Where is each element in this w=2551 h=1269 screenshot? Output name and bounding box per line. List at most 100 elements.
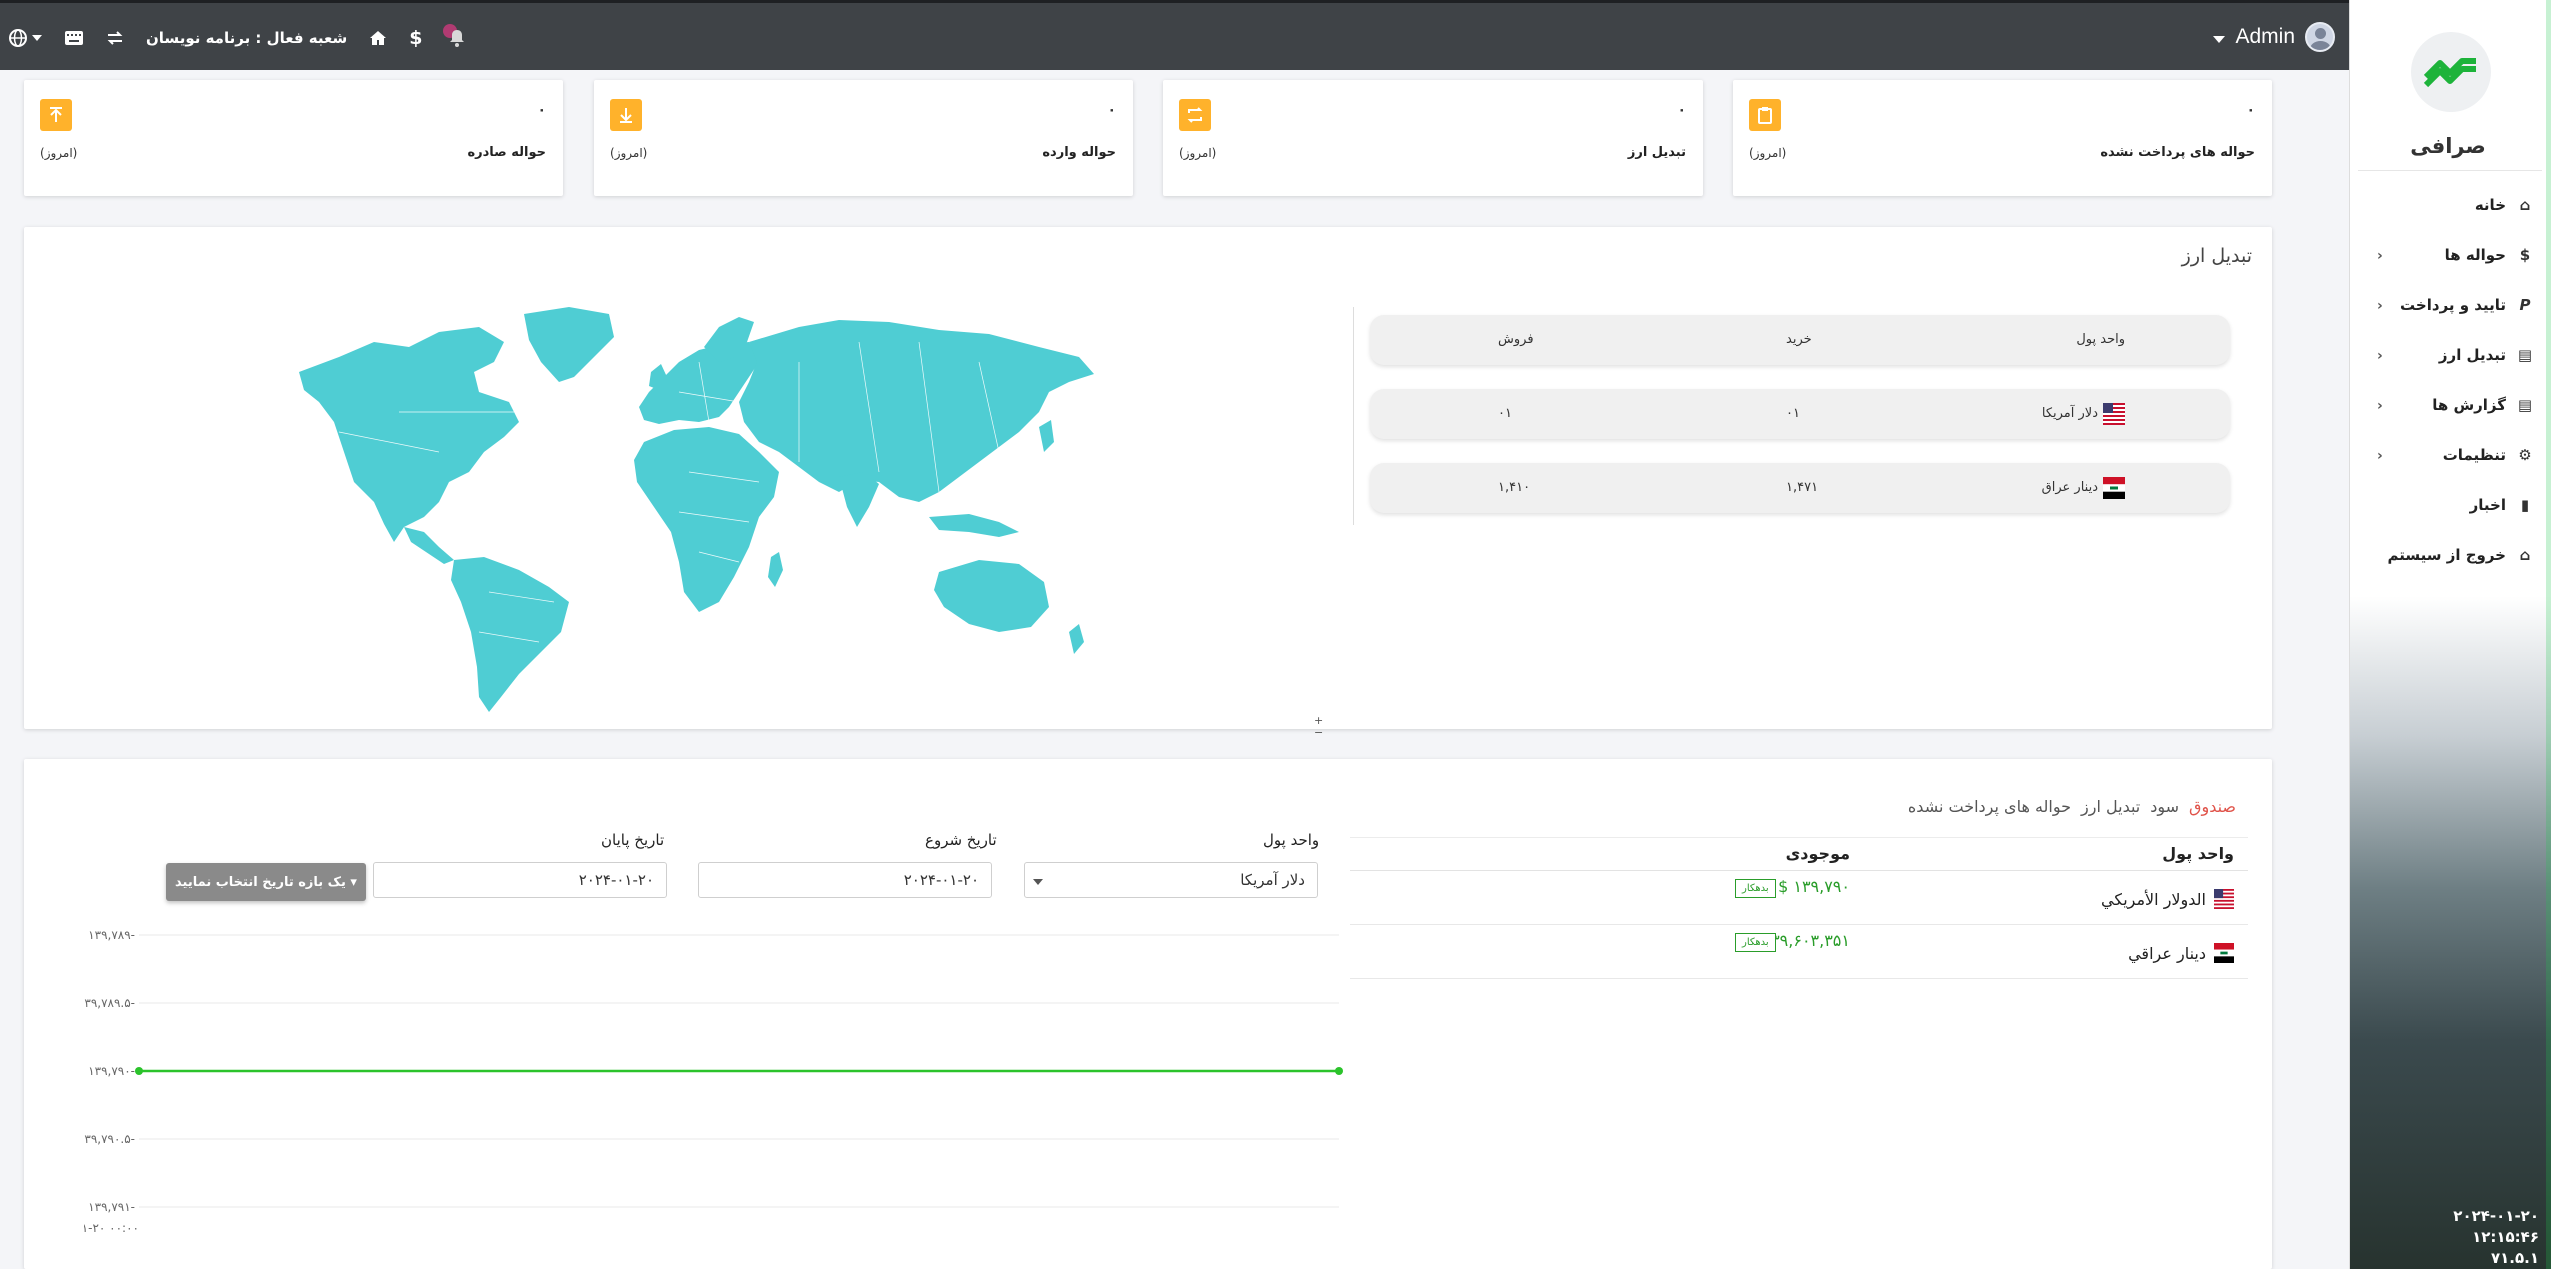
iq-flag-icon [2214, 943, 2234, 963]
user-menu[interactable]: Admin [2213, 19, 2335, 55]
language-menu[interactable] [8, 28, 42, 48]
tab-cash[interactable]: صندوق [2189, 797, 2236, 816]
stat-period: (امروز) [1749, 146, 1787, 160]
tab-exchange[interactable]: تبدیل ارز [2081, 797, 2140, 816]
toolbar: شعبه فعال : برنامه نویسان $ [8, 21, 468, 55]
sidebar-item-home[interactable]: خانه ⌂ [2350, 180, 2546, 230]
chevron-down-icon[interactable] [2213, 35, 2226, 43]
parking-icon: P [2519, 296, 2531, 314]
rate-buy: ۰۱ [1786, 406, 1800, 421]
dollar-icon[interactable]: $ [409, 27, 422, 49]
col-header-unit: واحد پول [2076, 332, 2125, 347]
footer-date: ۲۰۲۴-۰۱-۲۰ [2453, 1207, 2539, 1225]
status-badge: بدهکار [1735, 879, 1776, 898]
footer-version: ۷۱.۵.۱ [2490, 1249, 2539, 1267]
balance-table-header: واحد پول موجودی [1350, 837, 2248, 871]
sidebar-item-reports[interactable]: › گزارش ها ▤ [2350, 380, 2546, 430]
sidebar-item-label: تبدیل ارز [2438, 346, 2506, 364]
exchange-icon [1179, 99, 1211, 131]
stat-label: حواله وارده [1042, 145, 1116, 160]
panel-title: تبدیل ارز [2181, 245, 2252, 267]
map-countries[interactable] [299, 307, 1094, 712]
sidebar-item-exchange[interactable]: › تبدیل ارز ▤ [2350, 330, 2546, 380]
chevron-left-icon: › [2377, 248, 2383, 264]
sidebar-item-transfers[interactable]: › حواله ها $ [2350, 230, 2546, 280]
home-icon: ⌂ [2519, 196, 2531, 214]
chart-point[interactable] [1335, 1067, 1343, 1075]
sidebar-item-approve-pay[interactable]: › تایید و پرداخت P [2350, 280, 2546, 330]
sidebar-item-label: گزارش ها [2432, 396, 2506, 414]
chart-icon: ▤ [2517, 346, 2533, 364]
top-navbar: Admin شعبه فعال : برنامه نویسان $ [0, 0, 2349, 70]
brand-logo[interactable] [2411, 32, 2491, 112]
chart-y-tick-label: ۱۳۹,۷۸۹.۵- [84, 996, 135, 1010]
home-icon[interactable] [369, 30, 387, 46]
notifications[interactable] [443, 24, 468, 50]
clipboard-icon [1749, 99, 1781, 131]
zoom-out-button[interactable]: − [1314, 727, 1323, 739]
table-row: دلار آمریکا ۰۱ ۰۱ [1370, 389, 2230, 439]
chevron-down-icon [1033, 879, 1043, 885]
arrow-up-icon [40, 99, 72, 131]
sidebar: صرافی خانه ⌂ › حواله ها $ › تایید و پردا… [2349, 0, 2551, 1269]
stat-period: (امروز) [610, 146, 648, 160]
balance-unit-cell: دينار عراقي [2128, 943, 2234, 963]
exchange-rates-table: واحد پول خرید فروش دلار آمریکا ۰۱ ۰۱ دین… [1370, 315, 2230, 537]
divider [1353, 307, 1354, 525]
rate-sell: ۱,۴۱۰ [1498, 480, 1531, 495]
balance-unit: دينار عراقي [2128, 943, 2206, 963]
chart-point[interactable] [135, 1067, 143, 1075]
globe-icon[interactable] [8, 28, 28, 48]
chart-y-tick-label: ۱۳۹,۷۹۰.۵- [84, 1132, 135, 1146]
stat-label: حواله صادره [467, 145, 546, 160]
switch-branch-icon[interactable] [106, 31, 124, 45]
col-header-sell: فروش [1498, 332, 1534, 347]
status-badge: بدهکار [1735, 933, 1776, 952]
unit-filter-label: واحد پول [1263, 831, 1320, 849]
world-map[interactable] [279, 302, 1109, 712]
sidebar-item-settings[interactable]: › تنظیمات ⚙ [2350, 430, 2546, 480]
sidebar-item-logout[interactable]: خروج از سیستم ⌂ [2350, 530, 2546, 580]
stat-card-exchange[interactable]: ۰ تبدیل ارز (امروز) [1163, 80, 1703, 196]
chevron-down-icon[interactable] [32, 35, 42, 41]
stat-value: ۰ [1107, 102, 1116, 118]
news-icon: ▮ [2520, 496, 2530, 514]
iq-flag-icon [2103, 477, 2125, 499]
chart-icon: ▤ [2517, 396, 2533, 414]
stat-period: (امروز) [40, 146, 78, 160]
stat-card-unpaid-transfers[interactable]: ۰ حواله های پرداخت نشده (امروز) [1733, 80, 2272, 196]
active-branch-label: شعبه فعال : برنامه نویسان [146, 29, 348, 47]
map-zoom-controls: + − [1314, 715, 1323, 739]
table-row: دینار عراق ۱,۴۷۱ ۱,۴۱۰ [1370, 463, 2230, 513]
end-date-input[interactable]: ۲۰۲۴-۰۱-۲۰ [373, 862, 667, 898]
sidebar-item-label: خانه [2474, 196, 2506, 214]
rate-unit: دلار آمریکا [2041, 406, 2098, 421]
stat-card-outgoing-transfers[interactable]: ۰ حواله صادره (امروز) [24, 80, 563, 196]
stat-value: ۰ [2246, 102, 2255, 118]
bell-icon[interactable] [448, 28, 466, 48]
stat-value: ۰ [1677, 102, 1686, 118]
rate-sell: ۰۱ [1498, 406, 1512, 421]
sidebar-item-news[interactable]: اخبار ▮ [2350, 480, 2546, 530]
rate-buy: ۱,۴۷۱ [1786, 480, 1819, 495]
admin-name[interactable]: Admin [2235, 25, 2295, 49]
balance-panel: صندوق سود تبدیل ارز حواله های پرداخت نشد… [24, 759, 2272, 1269]
sidebar-nav: خانه ⌂ › حواله ها $ › تایید و پرداخت P ›… [2350, 180, 2546, 580]
sidebar-item-label: تایید و پرداخت [2400, 296, 2506, 314]
tab-unpaid-transfers[interactable]: حواله های پرداخت نشده [1908, 797, 2071, 816]
tab-profit[interactable]: سود [2150, 797, 2179, 816]
table-row: الدولار الأمريكي $ ۱۳۹,۷۹۰ بدهکار [1350, 871, 2248, 925]
end-date-label: تاریخ پایان [601, 831, 665, 849]
chevron-left-icon: › [2377, 398, 2383, 414]
start-date-input[interactable]: ۲۰۲۴-۰۱-۲۰ [698, 862, 992, 898]
end-date-value: ۲۰۲۴-۰۱-۲۰ [578, 871, 654, 889]
date-range-button[interactable]: یک بازه تاریخ انتخاب نمایید ▾ [166, 863, 366, 901]
col-header-balance: موجودی [1785, 844, 1850, 863]
arrow-down-icon [610, 99, 642, 131]
stat-card-incoming-transfers[interactable]: ۰ حواله وارده (امروز) [594, 80, 1133, 196]
rates-header-row: واحد پول خرید فروش [1370, 315, 2230, 365]
sidebar-footer: ۲۰۲۴-۰۱-۲۰ ۱۲:۱۵:۴۶ ۷۱.۵.۱ [2453, 1206, 2539, 1269]
unit-select[interactable]: دلار آمریکا [1024, 862, 1318, 898]
keyboard-icon[interactable] [64, 30, 84, 46]
user-avatar-icon[interactable] [2305, 22, 2335, 52]
